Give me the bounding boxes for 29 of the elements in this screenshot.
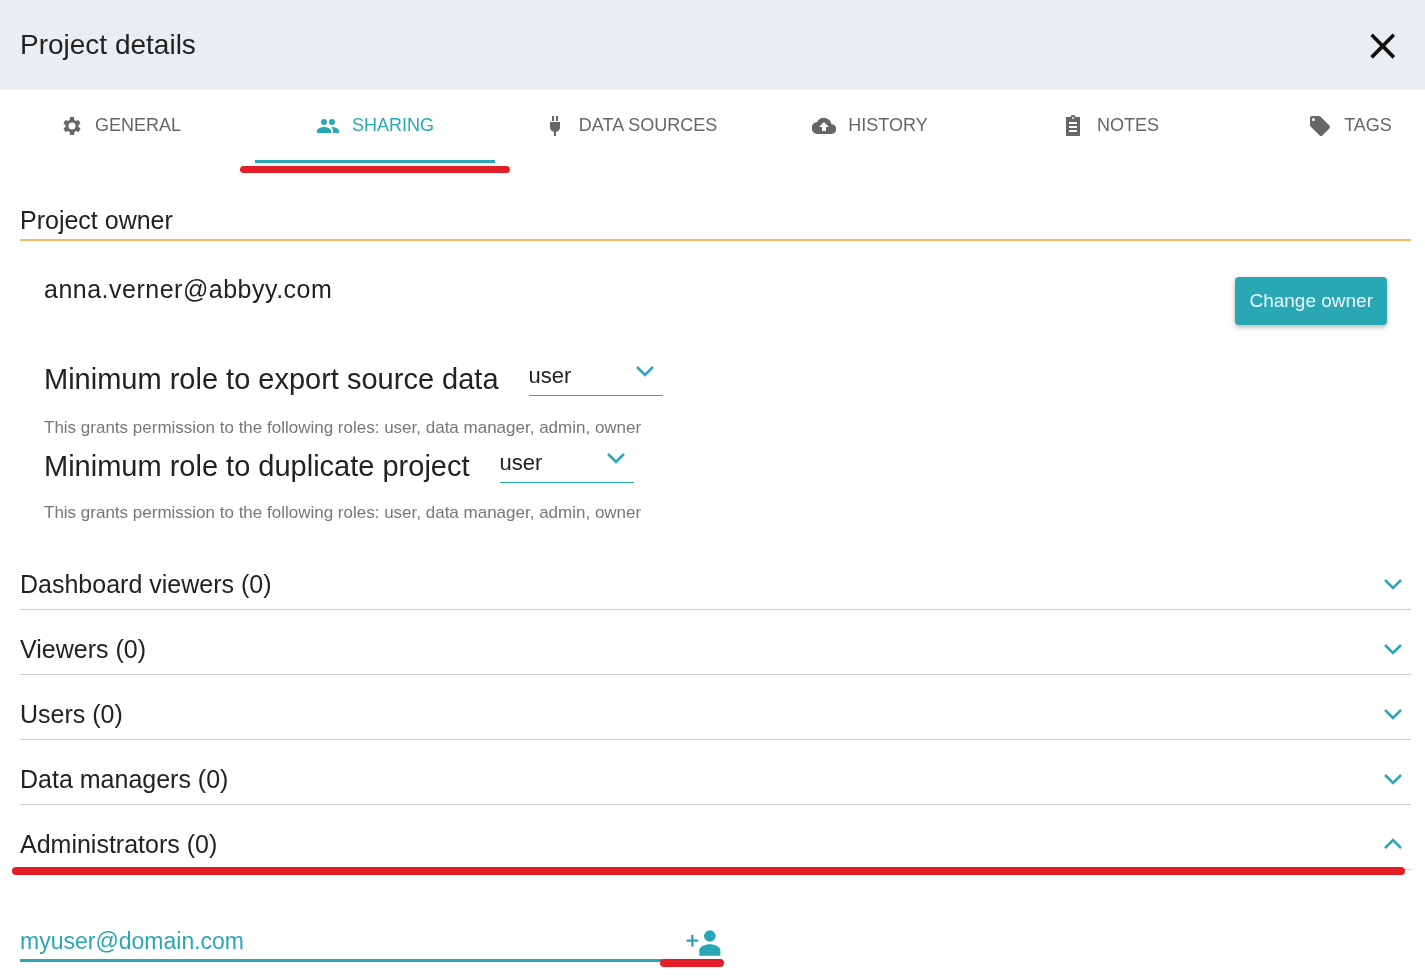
collapsible-section-header[interactable]: Viewers (0) <box>20 610 1411 675</box>
dialog-title: Project details <box>20 29 196 61</box>
collapsible-section-header[interactable]: Users (0) <box>20 675 1411 740</box>
chevron-down-icon <box>634 365 655 377</box>
chevron-down-icon <box>605 452 626 464</box>
tab[interactable]: NOTES <box>990 91 1230 163</box>
tab[interactable]: HISTORY <box>750 91 990 163</box>
chevron-down-icon <box>1383 708 1403 720</box>
chevron-down-icon <box>1383 643 1403 655</box>
tag-icon <box>1308 113 1333 138</box>
role-dropdown[interactable]: user <box>528 357 663 396</box>
chevron-down-icon <box>1383 578 1403 590</box>
role-label: Minimum role to export source data <box>44 363 499 396</box>
collapsible-section-header[interactable]: Dashboard viewers (0) <box>20 545 1411 610</box>
add-user-button[interactable] <box>686 929 722 959</box>
tab[interactable]: GENERAL <box>0 91 240 163</box>
close-button[interactable]: × <box>1360 23 1405 67</box>
section-heading: Project owner <box>20 206 1411 241</box>
collapsible-section-header[interactable]: Data managers (0) <box>20 740 1411 805</box>
tab[interactable]: TAGS <box>1230 91 1425 163</box>
owner-email: anna.verner@abbyy.com <box>44 275 333 304</box>
permission-hint: This grants permission to the following roles: user, data manager, admin, owner <box>44 418 643 438</box>
tab[interactable]: DATA SOURCES <box>510 91 750 163</box>
role-dropdown[interactable]: user <box>499 444 634 483</box>
permission-hint: This grants permission to the following roles: user, data manager, admin, owner <box>44 503 643 523</box>
chevron-up-icon <box>1383 838 1403 850</box>
role-label: Minimum role to duplicate project <box>44 450 470 483</box>
add-person-icon <box>686 929 722 957</box>
chevron-down-icon <box>1383 773 1403 785</box>
